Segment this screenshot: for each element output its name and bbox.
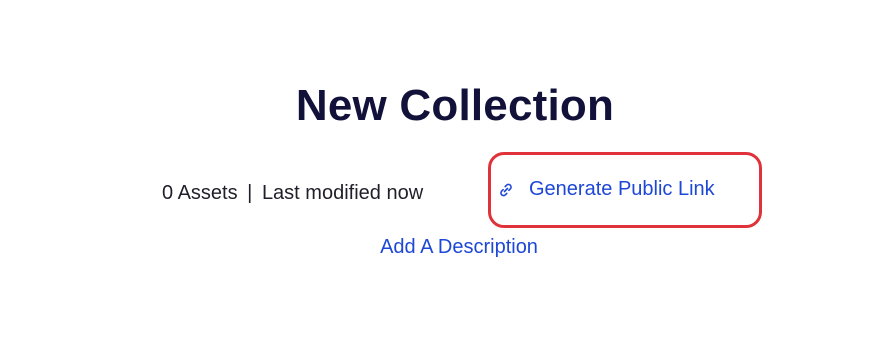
last-modified: Last modified now bbox=[261, 182, 424, 204]
generate-public-link-button[interactable]: Generate Public Link bbox=[497, 178, 715, 201]
generate-public-link-label: Generate Public Link bbox=[529, 178, 715, 200]
collection-meta: 0 Assets | Last modified now bbox=[162, 181, 423, 205]
asset-count: 0 Assets bbox=[162, 182, 238, 204]
add-description-button[interactable]: Add A Description bbox=[0, 234, 892, 260]
link-icon bbox=[497, 181, 515, 199]
page-title: New Collection bbox=[295, 81, 615, 130]
meta-separator: | bbox=[247, 182, 253, 204]
